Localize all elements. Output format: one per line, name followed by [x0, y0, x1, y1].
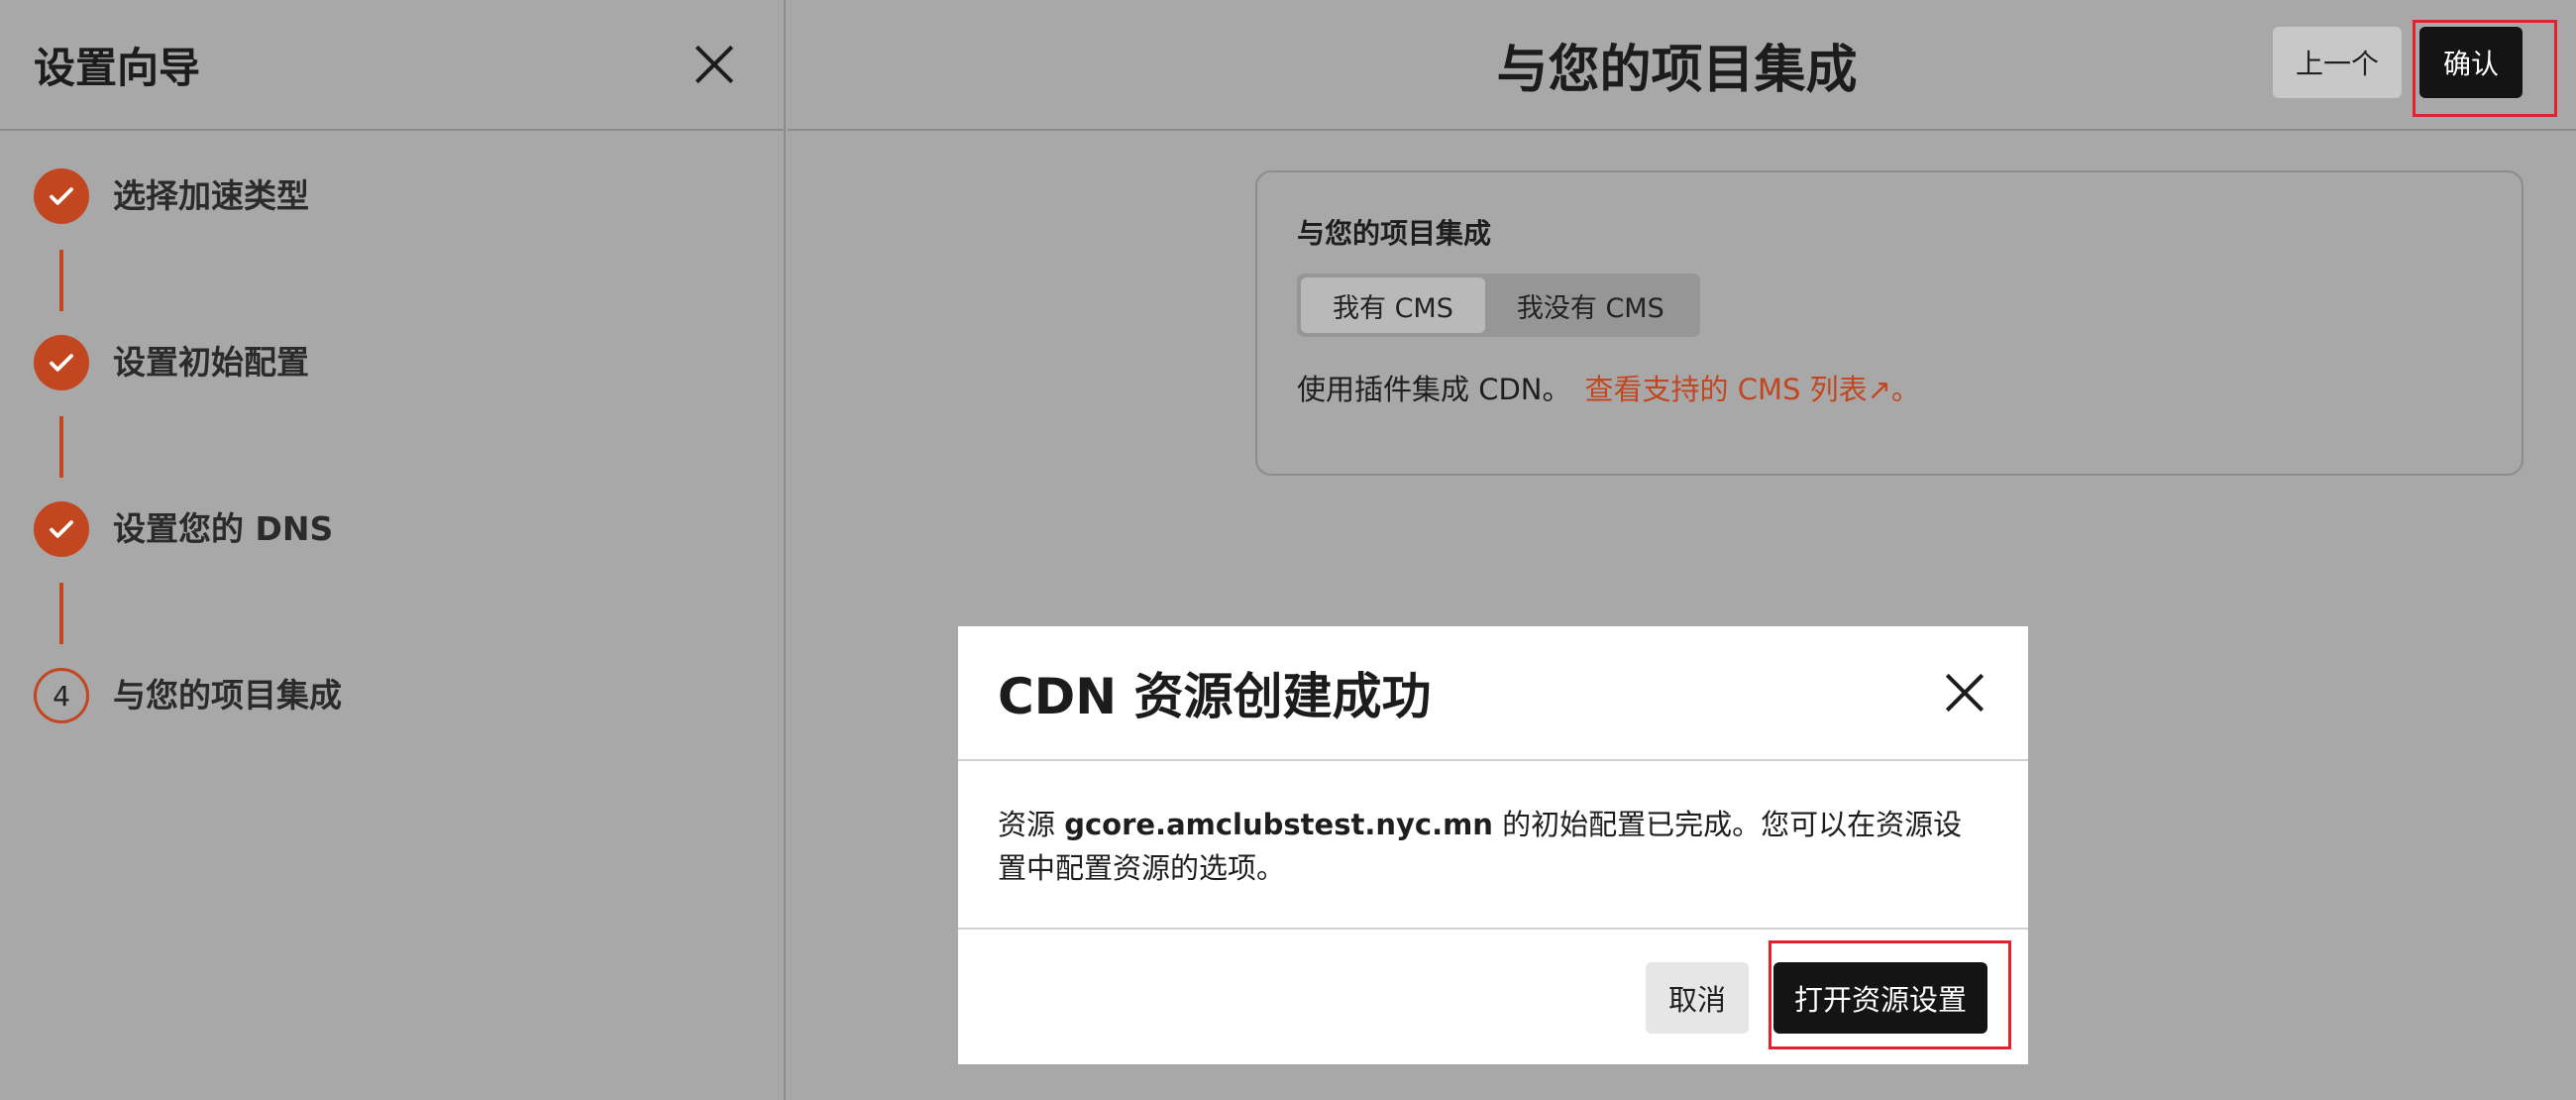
- close-wizard-icon[interactable]: [695, 45, 734, 84]
- wizard-step-4[interactable]: 4 与您的项目集成: [34, 668, 342, 727]
- open-resource-settings-button[interactable]: 打开资源设置: [1773, 962, 1987, 1034]
- step-connector: [59, 583, 63, 644]
- cms-toggle: 我有 CMS 我没有 CMS: [1297, 274, 1700, 337]
- modal-title: CDN 资源创建成功: [998, 668, 1432, 725]
- modal-body: 资源 gcore.amclubstest.nyc.mn 的初始配置已完成。您可以…: [958, 761, 2028, 930]
- supported-cms-link[interactable]: 查看支持的 CMS 列表↗。: [1585, 373, 1920, 406]
- step-number: 4: [34, 668, 89, 723]
- integration-card: 与您的项目集成 我有 CMS 我没有 CMS 使用插件集成 CDN。 查看支持的 …: [1255, 170, 2523, 476]
- wizard-sidebar: 设置向导 选择加速类型 设置初始配置 设置您的 DNS 4 与您的项目集成: [0, 0, 786, 1100]
- modal-header: CDN 资源创建成功: [958, 626, 2028, 761]
- step-label: 与您的项目集成: [113, 676, 342, 715]
- step-label: 设置初始配置: [113, 343, 309, 382]
- step-connector: [59, 250, 63, 311]
- body-prefix: 资源: [998, 808, 1065, 841]
- cancel-button[interactable]: 取消: [1646, 962, 1749, 1034]
- toggle-no-cms[interactable]: 我没有 CMS: [1485, 277, 1696, 333]
- card-description: 使用插件集成 CDN。 查看支持的 CMS 列表↗。: [1297, 367, 2482, 408]
- modal-footer: 取消 打开资源设置: [958, 930, 2028, 1062]
- check-icon: [34, 168, 89, 224]
- check-icon: [34, 335, 89, 390]
- sidebar-title: 设置向导: [34, 43, 201, 92]
- close-modal-icon[interactable]: [1945, 673, 1985, 713]
- resource-name: gcore.amclubstest.nyc.mn: [1064, 808, 1493, 841]
- toggle-has-cms[interactable]: 我有 CMS: [1301, 277, 1485, 333]
- card-text: 使用插件集成 CDN。: [1297, 373, 1571, 406]
- step-connector: [59, 416, 63, 478]
- step-label: 设置您的 DNS: [113, 509, 334, 548]
- sidebar-header: 设置向导: [0, 0, 784, 131]
- wizard-step-3[interactable]: 设置您的 DNS: [34, 501, 342, 668]
- check-icon: [34, 501, 89, 557]
- wizard-step-1[interactable]: 选择加速类型: [34, 168, 342, 335]
- card-title: 与您的项目集成: [1297, 217, 1492, 250]
- main-header: 与您的项目集成 上一个 确认: [788, 0, 2576, 131]
- wizard-step-2[interactable]: 设置初始配置: [34, 335, 342, 501]
- confirm-button[interactable]: 确认: [2419, 27, 2522, 98]
- wizard-steps: 选择加速类型 设置初始配置 设置您的 DNS 4 与您的项目集成: [34, 168, 342, 727]
- previous-button[interactable]: 上一个: [2273, 27, 2402, 98]
- step-label: 选择加速类型: [113, 176, 309, 215]
- success-modal: CDN 资源创建成功 资源 gcore.amclubstest.nyc.mn 的…: [958, 626, 2028, 1064]
- page: 设置向导 选择加速类型 设置初始配置 设置您的 DNS 4 与您的项目集成 与您…: [0, 0, 2576, 1100]
